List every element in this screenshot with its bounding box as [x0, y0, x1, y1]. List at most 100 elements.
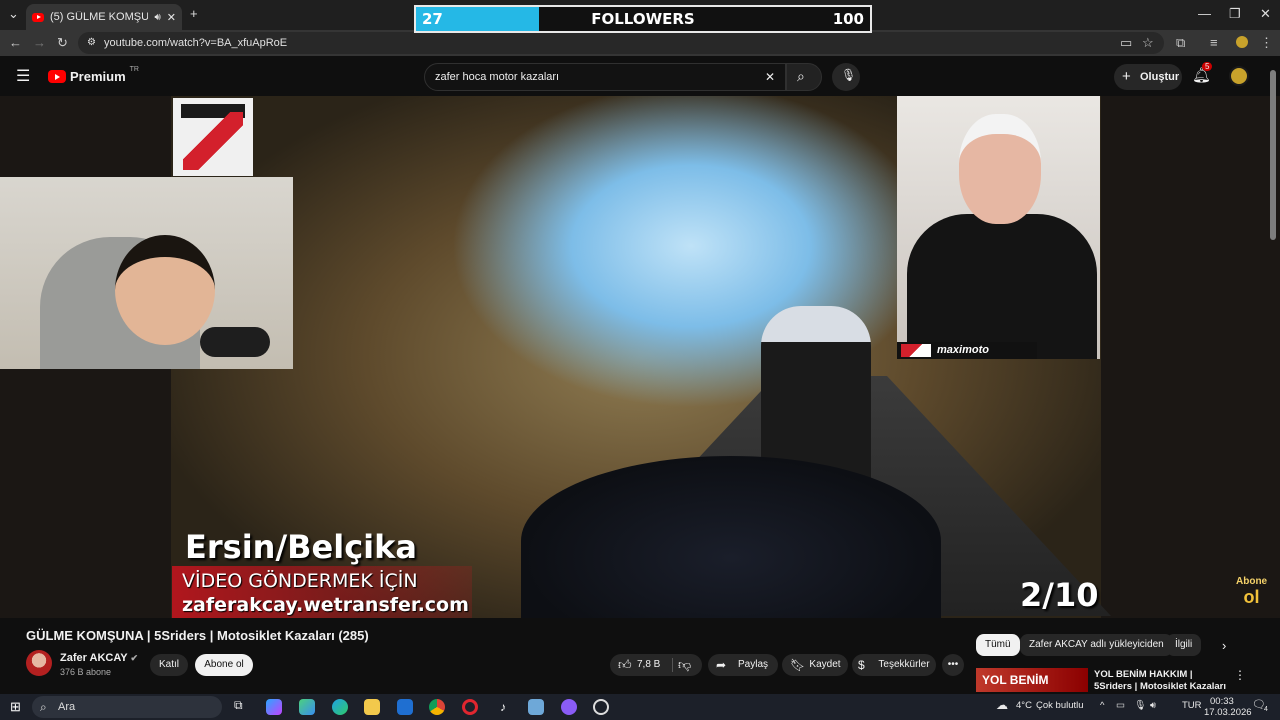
- m365-icon[interactable]: [299, 699, 315, 715]
- tab-title: (5) GÜLME KOMŞUNA | 5Sr: [50, 11, 149, 23]
- account-avatar[interactable]: [1229, 66, 1249, 86]
- thanks-label: Teşekkürler: [878, 659, 930, 670]
- browser-menu-icon[interactable]: ⋮: [1260, 35, 1273, 51]
- more-actions-button[interactable]: •••: [942, 654, 964, 676]
- task-view-icon[interactable]: ⧉: [234, 698, 243, 713]
- save-label: Kaydet: [809, 659, 841, 670]
- copilot-icon[interactable]: [266, 699, 282, 715]
- hamburger-menu-icon[interactable]: ☰: [16, 66, 30, 86]
- new-tab-icon[interactable]: +: [190, 6, 198, 21]
- share-button[interactable]: ➦ Paylaş: [708, 654, 778, 676]
- clock-time[interactable]: 00:33: [1210, 696, 1234, 707]
- bookmark-icon: 🔖︎: [790, 658, 806, 672]
- youtube-logo[interactable]: Premium TR: [48, 66, 139, 84]
- chip-next-icon[interactable]: ›: [1222, 638, 1226, 653]
- mic-tray-icon[interactable]: 🎙︎: [1134, 700, 1146, 711]
- weather-description[interactable]: Çok bulutlu: [1036, 700, 1084, 711]
- rider-name-caption: Ersin/Belçika: [185, 528, 417, 566]
- language-indicator[interactable]: TUR: [1182, 700, 1202, 711]
- followers-label: FOLLOWERS: [591, 10, 695, 28]
- taskbar-notification-count: 4: [1264, 706, 1268, 713]
- chrome-icon[interactable]: [429, 699, 445, 715]
- speaker-icon[interactable]: 🔊︎: [1150, 700, 1156, 711]
- create-button[interactable]: + Oluştur: [1114, 64, 1182, 90]
- like-dislike-group: 👍︎ 7,8 B 👎︎: [610, 654, 702, 676]
- profile-avatar[interactable]: [1236, 36, 1248, 48]
- recommended-video-thumbnail[interactable]: YOL BENİM: [976, 668, 1088, 692]
- file-explorer-icon[interactable]: [364, 699, 380, 715]
- chip-from-uploader[interactable]: Zafer AKCAY adlı yükleyiciden: [1020, 634, 1173, 656]
- audio-playing-icon: 🔊︎: [154, 11, 161, 23]
- taskbar-search-input[interactable]: ⌕ Ara: [32, 696, 222, 718]
- site-info-icon[interactable]: ⚙: [87, 32, 96, 54]
- wetransfer-link-caption: zaferakcay.wetransfer.com: [182, 594, 469, 616]
- more-horizontal-icon: •••: [947, 659, 959, 670]
- thanks-button[interactable]: $ Teşekkürler: [852, 654, 936, 676]
- subscriber-count: 376 B abone: [60, 667, 112, 677]
- browser-tab-active[interactable]: (5) GÜLME KOMŞUNA | 5Sr 🔊︎ ✕: [26, 4, 182, 30]
- extensions-icon[interactable]: ⧉: [1176, 35, 1185, 51]
- app-icon-generic[interactable]: [528, 699, 544, 715]
- network-icon[interactable]: ▭: [1116, 700, 1125, 711]
- outlook-icon[interactable]: [397, 699, 413, 715]
- restore-icon[interactable]: ❐: [1229, 6, 1241, 22]
- obs-icon[interactable]: [593, 699, 609, 715]
- bookmark-star-icon[interactable]: ☆: [1142, 35, 1154, 51]
- youtube-region-code: TR: [129, 66, 139, 73]
- browser-toolbar: ← → ↻ ⚙ youtube.com/watch?v=BA_xfuApRoE …: [0, 30, 1280, 56]
- clear-search-icon[interactable]: ✕: [765, 64, 775, 90]
- media-controls-icon[interactable]: ≡: [1210, 35, 1218, 50]
- notifications-button[interactable]: 🔔︎ 5: [1192, 62, 1213, 85]
- subscribe-watermark-small: Abone: [1236, 576, 1268, 587]
- address-bar[interactable]: ⚙ youtube.com/watch?v=BA_xfuApRoE: [78, 32, 1164, 54]
- like-icon[interactable]: 👍︎: [618, 654, 632, 676]
- taskbar-search-placeholder: Ara: [58, 701, 76, 713]
- clock-date[interactable]: 17.03.2026: [1204, 707, 1252, 718]
- streamer-head: [115, 235, 215, 345]
- tab-search-icon[interactable]: ⌄: [8, 6, 19, 22]
- subscribe-watermark[interactable]: Abone ol: [1236, 576, 1267, 608]
- minimize-icon[interactable]: —: [1198, 6, 1211, 21]
- chip-related[interactable]: İlgili: [1166, 634, 1202, 656]
- url-text: youtube.com/watch?v=BA_xfuApRoE: [104, 37, 288, 49]
- dislike-icon[interactable]: 👎︎: [678, 654, 691, 676]
- back-icon[interactable]: ←: [9, 35, 22, 50]
- super-thanks-icon: $: [858, 658, 865, 672]
- search-button[interactable]: ⌕: [786, 63, 822, 91]
- video-title: GÜLME KOMŞUNA | 5Sriders | Motosiklet Ka…: [26, 628, 369, 643]
- save-button[interactable]: 🔖︎ Kaydet: [782, 654, 848, 676]
- edge-icon[interactable]: [332, 699, 348, 715]
- windows-start-icon[interactable]: ⊞: [10, 699, 21, 715]
- youtube-logo-text: Premium: [70, 69, 126, 84]
- opera-icon[interactable]: [462, 699, 478, 715]
- presenter-cam: maximoto: [897, 96, 1100, 359]
- channel-avatar[interactable]: [26, 650, 52, 676]
- reload-icon[interactable]: ↻: [57, 35, 68, 51]
- youtube-header: ☰ Premium TR zafer hoca motor kazaları ✕…: [0, 56, 1280, 96]
- weather-temp[interactable]: 4°C: [1016, 700, 1032, 711]
- presenter-body: [907, 214, 1097, 359]
- episode-counter: 2/10: [1020, 576, 1099, 614]
- tray-overflow-icon[interactable]: ^: [1100, 700, 1104, 711]
- join-button[interactable]: Katıl: [150, 654, 188, 676]
- send-video-caption: VİDEO GÖNDERMEK İÇİN: [182, 570, 418, 592]
- subscribe-button[interactable]: Abone ol: [195, 654, 253, 676]
- voice-search-button[interactable]: 🎙︎: [832, 63, 860, 91]
- followers-goal: 100: [832, 10, 864, 28]
- chip-all[interactable]: Tümü: [976, 634, 1020, 656]
- page-scrollbar[interactable]: [1270, 70, 1276, 240]
- weather-icon[interactable]: ☁︎: [996, 698, 1008, 712]
- window-close-icon[interactable]: ✕: [1260, 6, 1271, 22]
- forward-icon[interactable]: →: [33, 35, 46, 50]
- create-label: Oluştur: [1140, 71, 1180, 83]
- discord-icon[interactable]: [561, 699, 577, 715]
- search-input[interactable]: zafer hoca motor kazaları ✕: [424, 63, 786, 91]
- followers-goal-bar: 27 FOLLOWERS 100: [414, 5, 872, 33]
- cast-icon[interactable]: ▭: [1120, 35, 1132, 51]
- channel-name[interactable]: Zafer AKCAY ✔: [60, 652, 138, 664]
- tab-close-icon[interactable]: ✕: [167, 11, 176, 24]
- tiktok-icon[interactable]: ♪: [495, 699, 511, 715]
- recommended-video-menu-icon[interactable]: ⋮: [1234, 668, 1246, 682]
- like-count[interactable]: 7,8 B: [637, 654, 660, 676]
- share-arrow-icon: ➦: [716, 658, 727, 672]
